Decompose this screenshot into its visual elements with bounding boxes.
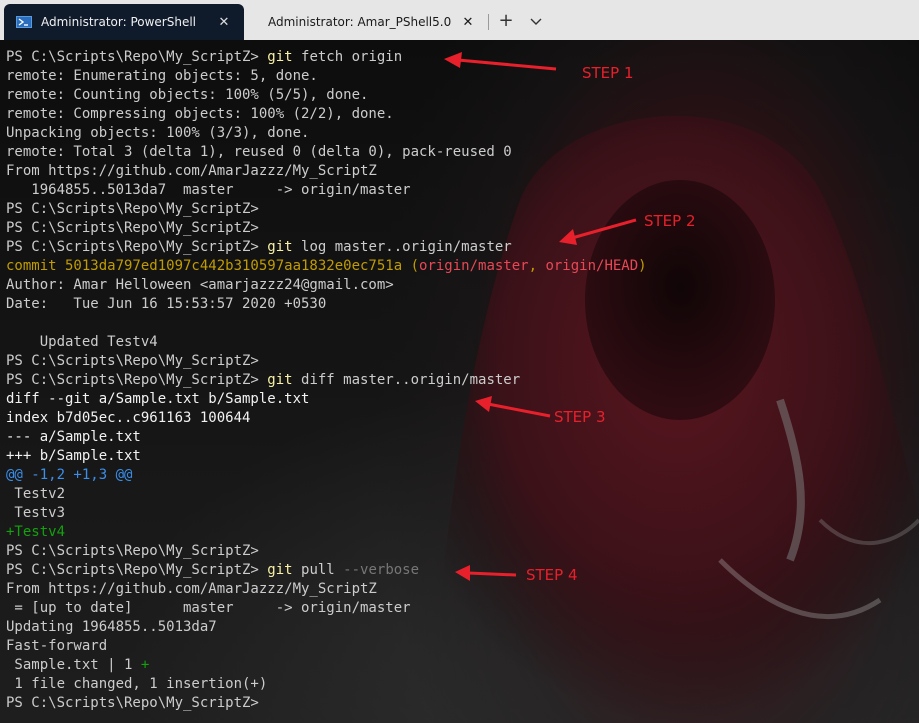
step-4-label: STEP 4 [526,566,578,584]
close-tab-button[interactable]: ✕ [214,15,234,30]
tab-powershell[interactable]: Administrator: PowerShell ✕ [4,4,244,40]
tab-separator [488,14,489,30]
new-tab-button[interactable]: + [495,10,517,32]
tab-title: Administrator: Amar_PShell5.0 [268,15,452,29]
step-1-label: STEP 1 [582,64,634,82]
close-tab-button[interactable]: ✕ [458,15,478,30]
tab-bar: Administrator: PowerShell ✕ Administrato… [0,0,919,40]
powershell-icon [16,14,32,30]
terminal-window: Administrator: PowerShell ✕ Administrato… [0,0,919,723]
tab-title: Administrator: PowerShell [41,15,197,29]
annotation-arrows [444,52,637,581]
chevron-down-icon[interactable] [525,10,547,32]
terminal-pane[interactable]: PS C:\Scripts\Repo\My_ScriptZ> git fetch… [0,40,919,723]
tab-amar-pshell[interactable]: Administrator: Amar_PShell5.0 ✕ [252,4,488,40]
step-3-label: STEP 3 [554,408,606,426]
step-2-label: STEP 2 [644,212,696,230]
